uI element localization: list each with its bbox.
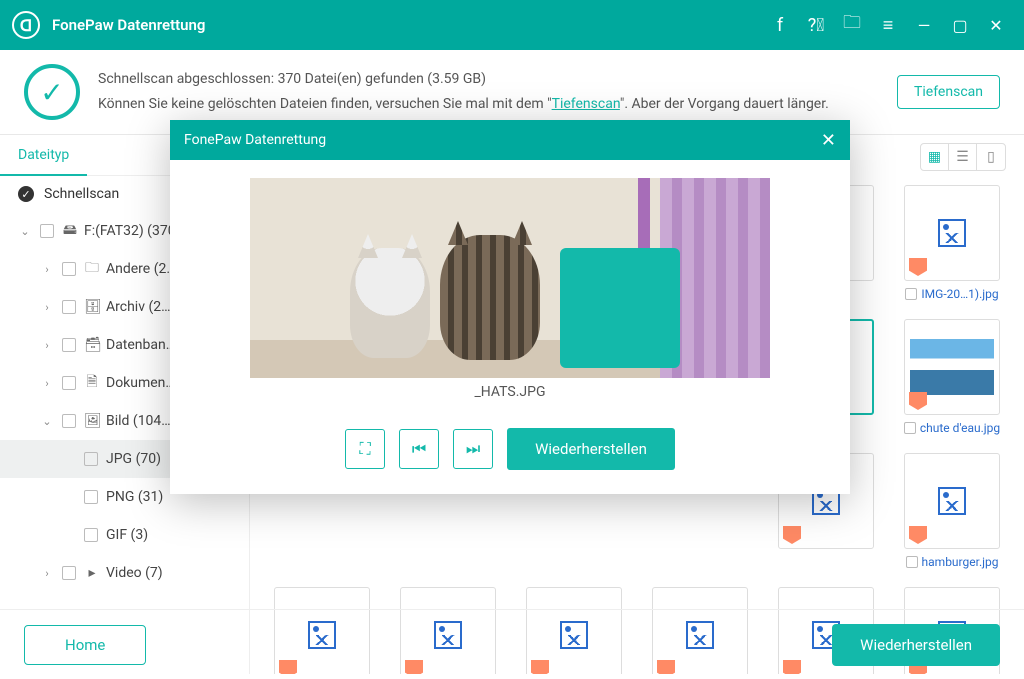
- check-icon: ✓: [24, 64, 80, 120]
- thumbnail-card[interactable]: IMG-20…1).jpg: [900, 185, 1004, 301]
- checkbox[interactable]: [905, 288, 917, 300]
- facebook-icon[interactable]: f: [764, 9, 796, 41]
- footer: Home Wiederherstellen: [0, 609, 1024, 679]
- chevron-down-icon[interactable]: ⌄: [18, 225, 32, 238]
- thumbnail-card[interactable]: chute d'eau.jpg: [900, 319, 1004, 435]
- drive-icon: 🖴: [62, 219, 78, 243]
- database-icon: 🗃: [84, 337, 100, 353]
- tree-video[interactable]: › ▸ Video (7): [0, 554, 249, 592]
- close-icon[interactable]: ✕: [821, 130, 836, 151]
- checkbox[interactable]: [84, 528, 98, 542]
- checkbox[interactable]: [62, 262, 76, 276]
- chevron-right-icon[interactable]: ›: [40, 339, 54, 352]
- checkbox[interactable]: [84, 452, 98, 466]
- save-icon[interactable]: 🗀: [836, 9, 868, 41]
- scan-result-text: Schnellscan abgeschlossen: 370 Datei(en)…: [98, 67, 897, 92]
- chevron-right-icon[interactable]: ›: [40, 567, 54, 580]
- thumbnail-label: hamburger.jpg: [922, 555, 999, 569]
- dialog-recover-button[interactable]: Wiederherstellen: [507, 428, 675, 470]
- titlebar: ᗡ FonePaw Datenrettung f ?⃝ 🗀 ≡ — ▢ ✕: [0, 0, 1024, 50]
- view-switch: ▦ ☰ ▯: [920, 143, 1006, 171]
- deep-scan-button[interactable]: Tiefenscan: [897, 75, 1000, 109]
- thumbnail-label: chute d'eau.jpg: [920, 421, 1000, 435]
- checkbox[interactable]: [906, 556, 918, 568]
- checkbox[interactable]: [904, 422, 916, 434]
- app-title: FonePaw Datenrettung: [52, 16, 760, 34]
- tree-gif[interactable]: GIF (3): [0, 516, 249, 554]
- checkbox[interactable]: [62, 376, 76, 390]
- grid-view-icon[interactable]: ▦: [921, 144, 949, 170]
- chevron-down-icon[interactable]: ⌄: [40, 415, 54, 428]
- prev-icon[interactable]: ⏮: [399, 429, 439, 469]
- list-view-icon[interactable]: ☰: [949, 144, 977, 170]
- checkbox[interactable]: [62, 414, 76, 428]
- checkbox[interactable]: [62, 566, 76, 580]
- folder-icon: 🗀: [84, 257, 100, 281]
- thumbnail-label: IMG-20…1).jpg: [921, 287, 998, 301]
- menu-icon[interactable]: ≡: [872, 9, 904, 41]
- recover-button[interactable]: Wiederherstellen: [832, 624, 1000, 666]
- checkbox[interactable]: [62, 338, 76, 352]
- close-icon[interactable]: ✕: [980, 9, 1012, 41]
- check-dot-icon: ✓: [18, 186, 34, 202]
- checkbox[interactable]: [40, 224, 54, 238]
- preview-image: [250, 178, 770, 378]
- fullscreen-icon[interactable]: ⛶: [345, 429, 385, 469]
- chevron-right-icon[interactable]: ›: [40, 263, 54, 276]
- thumbnail-card[interactable]: hamburger.jpg: [900, 453, 1004, 569]
- app-logo: ᗡ: [12, 11, 40, 39]
- maximize-icon[interactable]: ▢: [944, 9, 976, 41]
- chevron-right-icon[interactable]: ›: [40, 377, 54, 390]
- video-icon: ▸: [84, 565, 100, 581]
- chevron-right-icon[interactable]: ›: [40, 301, 54, 314]
- dialog-title: FonePaw Datenrettung: [184, 132, 326, 148]
- detail-view-icon[interactable]: ▯: [977, 144, 1005, 170]
- checkbox[interactable]: [62, 300, 76, 314]
- help-icon[interactable]: ?⃝: [800, 9, 832, 41]
- tab-filetype[interactable]: Dateityp: [0, 135, 87, 175]
- checkbox[interactable]: [84, 490, 98, 504]
- deep-scan-link[interactable]: Tiefenscan: [552, 96, 620, 112]
- home-button[interactable]: Home: [24, 625, 146, 665]
- next-icon[interactable]: ⏭: [453, 429, 493, 469]
- preview-filename: _HATS.JPG: [250, 384, 770, 400]
- document-icon: 🗎: [84, 371, 100, 395]
- image-icon: 🖼: [84, 413, 100, 429]
- archive-icon: 🗄: [84, 299, 100, 315]
- preview-dialog: FonePaw Datenrettung ✕ _HATS.JPG ⛶ ⏮ ⏭ W…: [170, 120, 850, 494]
- minimize-icon[interactable]: —: [908, 9, 940, 41]
